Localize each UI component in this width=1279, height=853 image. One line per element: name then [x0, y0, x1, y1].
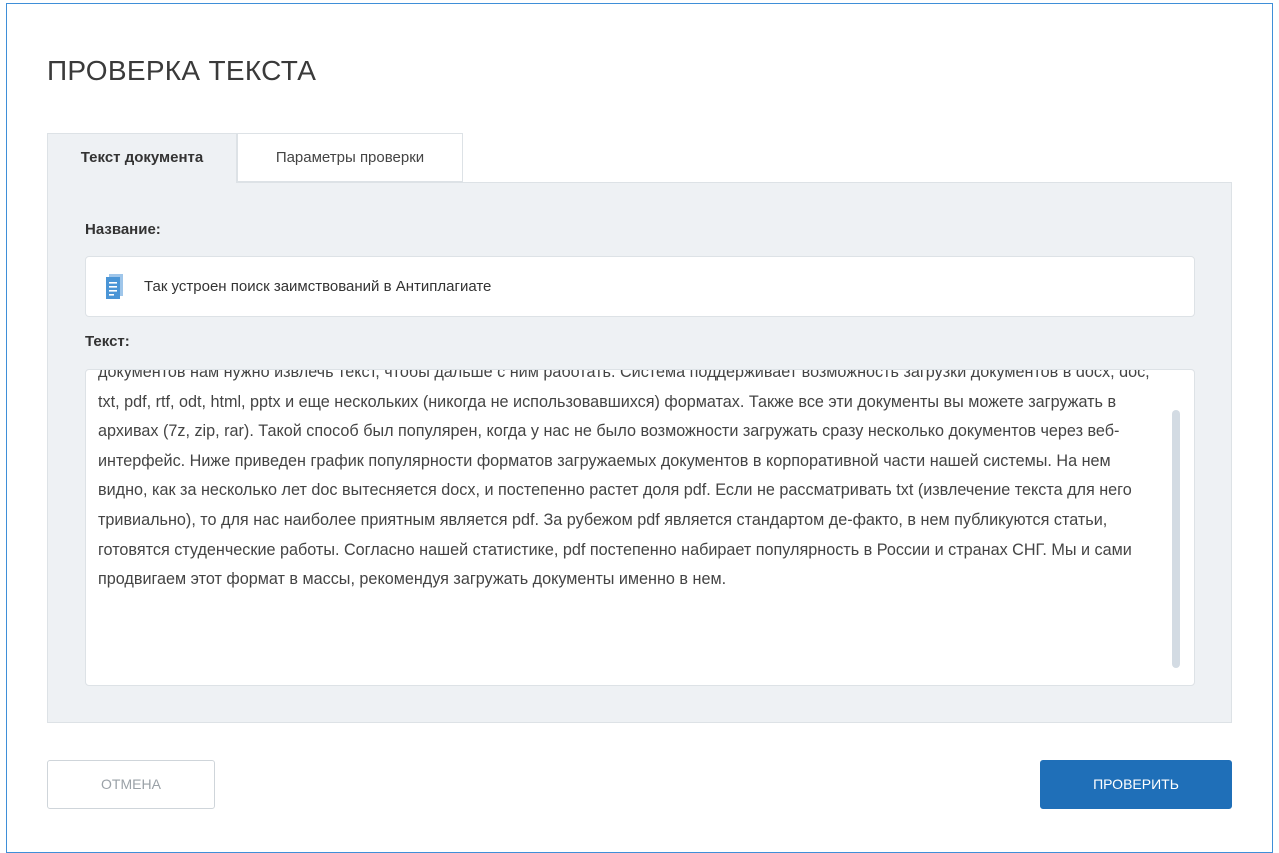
document-icon — [105, 274, 125, 300]
tab-check-parameters[interactable]: Параметры проверки — [237, 133, 463, 182]
tab-document-text[interactable]: Текст документа — [47, 133, 237, 183]
document-text-panel: Название: Так устроен поиск заимствовани… — [47, 182, 1232, 723]
check-button[interactable]: Проверить — [1040, 760, 1232, 809]
text-scrollbar[interactable] — [1172, 410, 1180, 668]
document-text-content: документов нам нужно извлечь текст, чтоб… — [98, 369, 1150, 589]
name-label: Название: — [85, 221, 161, 238]
document-text-area[interactable]: документов нам нужно извлечь текст, чтоб… — [85, 369, 1195, 686]
text-scrollbar-thumb[interactable] — [1172, 410, 1180, 668]
document-name-value: Так устроен поиск заимствований в Антипл… — [144, 278, 492, 295]
document-name-field[interactable]: Так устроен поиск заимствований в Антипл… — [85, 256, 1195, 317]
page-title: ПРОВЕРКА ТЕКСТА — [47, 55, 317, 86]
text-label: Текст: — [85, 333, 130, 350]
cancel-button[interactable]: Отмена — [47, 760, 215, 809]
